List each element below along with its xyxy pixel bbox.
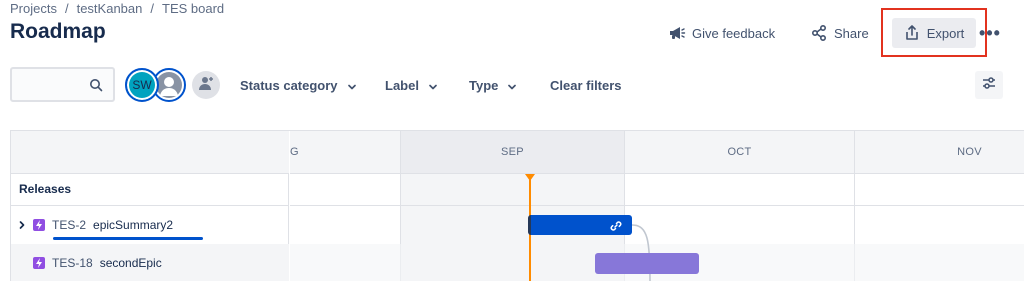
status-category-label: Status category — [240, 77, 338, 93]
lightning-icon — [33, 218, 45, 231]
label-filter[interactable]: Label — [385, 75, 438, 95]
breadcrumb-separator: / — [150, 0, 154, 16]
export-icon — [904, 25, 920, 41]
share-label: Share — [834, 25, 869, 41]
clear-filters-button[interactable]: Clear filters — [550, 75, 622, 95]
breadcrumb-separator: / — [64, 0, 69, 16]
type-filter[interactable]: Type — [469, 75, 517, 95]
give-feedback-button[interactable]: Give feedback — [668, 18, 775, 48]
avatar — [156, 72, 182, 98]
chevron-down-icon — [347, 80, 357, 90]
epic-summary[interactable]: epicSummary2 — [93, 218, 173, 232]
breadcrumb-projects[interactable]: Projects — [10, 1, 57, 16]
epic-bar[interactable] — [595, 253, 699, 274]
epic-row[interactable]: TES-18 secondEpic — [11, 244, 289, 281]
more-actions-button[interactable]: ••• — [979, 20, 1000, 46]
search-input[interactable] — [18, 75, 90, 95]
page-title: Roadmap — [10, 20, 106, 43]
roadmap-grid: Releases TES-2 epicSummary2 TES-18 secon… — [10, 130, 1024, 281]
releases-label: Releases — [19, 182, 72, 196]
roadmap-list-pane: Releases TES-2 epicSummary2 TES-18 secon… — [11, 131, 289, 281]
avatar-sw-filter[interactable]: SW — [125, 68, 159, 102]
label-filter-label: Label — [385, 77, 419, 93]
export-button[interactable]: Export — [892, 18, 976, 48]
chevron-down-icon — [428, 80, 438, 90]
epic-bar[interactable] — [528, 215, 632, 235]
status-category-filter[interactable]: Status category — [240, 75, 357, 95]
focus-indicator — [53, 237, 203, 240]
sliders-icon — [981, 75, 997, 96]
megaphone-icon — [668, 24, 686, 42]
chevron-right-icon[interactable] — [15, 220, 29, 230]
epic-summary[interactable]: secondEpic — [100, 256, 162, 270]
breadcrumb-project[interactable]: testKanban — [77, 1, 143, 16]
give-feedback-label: Give feedback — [692, 25, 776, 41]
export-label: Export — [926, 25, 965, 41]
add-person-icon — [198, 75, 214, 96]
link-icon[interactable] — [610, 219, 622, 231]
breadcrumb-board[interactable]: TES board — [162, 1, 224, 16]
share-icon — [810, 24, 828, 42]
search-field[interactable] — [10, 67, 115, 102]
timeline-pane: G SEP OCT NOV — [290, 131, 1024, 281]
avatar-initials: SW — [132, 78, 152, 92]
add-person-button[interactable] — [192, 71, 220, 99]
type-filter-label: Type — [469, 77, 499, 93]
chevron-down-icon — [507, 80, 517, 90]
share-button[interactable]: Share — [810, 18, 869, 48]
epic-key[interactable]: TES-18 — [52, 256, 93, 270]
epic-key[interactable]: TES-2 — [52, 218, 86, 232]
search-icon — [89, 78, 103, 92]
lightning-icon — [33, 256, 45, 269]
today-marker-head — [525, 174, 535, 181]
view-settings-button[interactable] — [975, 71, 1003, 99]
breadcrumb: Projects / testKanban / TES board — [10, 0, 224, 16]
list-header — [11, 131, 289, 174]
